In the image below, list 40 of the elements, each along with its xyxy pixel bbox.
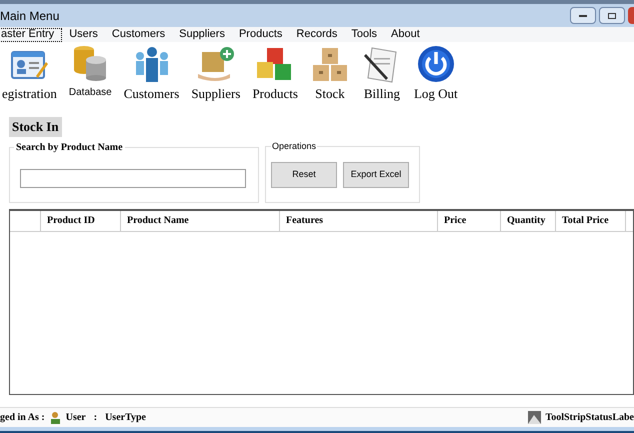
maximize-button[interactable]	[599, 7, 625, 24]
operation-button[interactable]: Reset	[271, 162, 337, 188]
user-icon	[48, 411, 62, 424]
menu-item[interactable]: About	[384, 28, 427, 42]
column-header[interactable]: Product ID	[41, 210, 121, 230]
separator: :	[92, 411, 98, 425]
menu-item[interactable]: Customers	[104, 28, 172, 42]
column-header[interactable]: Features	[280, 210, 438, 230]
toolbar-button[interactable]: Stock	[304, 44, 356, 103]
toolbar-button[interactable]: egistration	[0, 44, 63, 103]
menu-item[interactable]: Suppliers	[172, 28, 232, 42]
status-label: ged in As :	[0, 411, 45, 425]
column-header[interactable]: Price	[438, 210, 501, 230]
column-header[interactable]: Total Price	[556, 210, 626, 230]
toolbar-button[interactable]: Customers	[118, 44, 186, 103]
user-name: User	[66, 411, 86, 425]
menu-item[interactable]: Users	[62, 28, 105, 42]
close-button[interactable]	[628, 7, 634, 24]
menu-item[interactable]: aster Entry	[0, 28, 62, 42]
toolbar-button[interactable]: Database	[62, 42, 118, 103]
toolbar-button[interactable]: Products	[246, 44, 304, 103]
group-title: Search by Product Name	[15, 140, 124, 154]
thumbnail-icon	[528, 411, 542, 424]
user-type: UserType	[105, 411, 146, 425]
power-icon	[416, 44, 456, 84]
toolbar-button[interactable]: Suppliers	[185, 44, 246, 103]
operation-button[interactable]: Export Excel	[343, 162, 409, 188]
column-header[interactable]: Product Name	[121, 210, 280, 230]
search-field[interactable]	[20, 168, 246, 188]
window-title: Main Menu	[0, 8, 60, 24]
minimize-button[interactable]	[570, 7, 596, 24]
toolbar-button[interactable]: Billing	[356, 44, 408, 103]
toolbar-button[interactable]: Log Out	[408, 44, 464, 103]
menu-item[interactable]: Records	[289, 28, 344, 42]
column-header[interactable]: Quantity	[501, 210, 556, 230]
group-title: Operations	[271, 140, 318, 153]
menu-item[interactable]: Products	[232, 28, 290, 42]
section-heading: Stock In	[9, 117, 62, 136]
menu-item[interactable]: Tools	[344, 28, 384, 42]
status-label: ToolStripStatusLabe	[545, 411, 634, 425]
